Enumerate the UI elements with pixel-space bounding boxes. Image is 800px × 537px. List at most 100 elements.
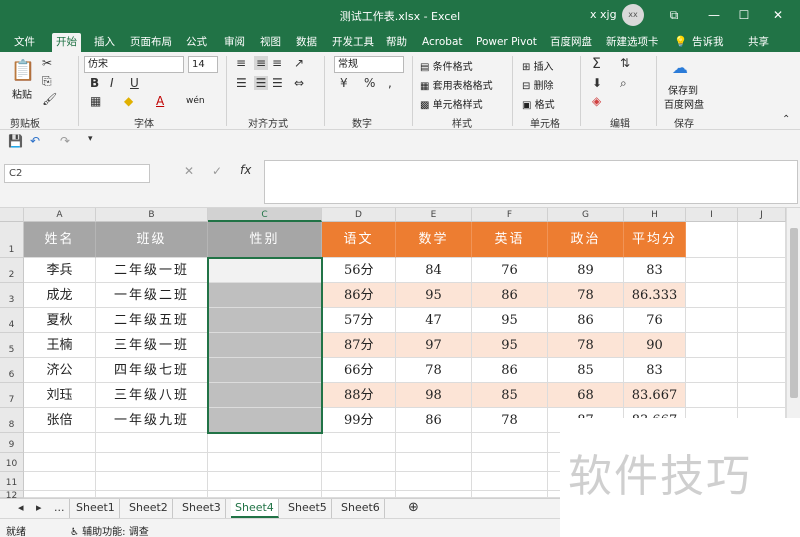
column-header-b[interactable]: B	[96, 208, 208, 222]
cell-f5[interactable]: 95	[472, 333, 548, 358]
font-name-select[interactable]: 仿宋	[84, 56, 184, 73]
row-header-2[interactable]: 2	[0, 258, 24, 283]
tab-help[interactable]: 帮助	[382, 33, 411, 52]
tab-acrobat[interactable]: Acrobat	[418, 33, 467, 52]
cell-i6[interactable]	[686, 358, 738, 383]
row-header-6[interactable]: 6	[0, 358, 24, 383]
tab-developer[interactable]: 开发工具	[328, 33, 378, 52]
cell-a12[interactable]	[24, 491, 96, 498]
cut-icon[interactable]: ✂	[42, 56, 52, 70]
cell-b10[interactable]	[96, 453, 208, 472]
customize-qat-icon[interactable]: ▾	[88, 134, 93, 144]
cell-d11[interactable]	[322, 472, 396, 491]
cell-e3[interactable]: 95	[396, 283, 472, 308]
currency-button[interactable]: ¥	[340, 76, 348, 90]
column-header-h[interactable]: H	[624, 208, 686, 222]
tab-power-pivot[interactable]: Power Pivot	[472, 33, 541, 52]
tab-file[interactable]: 文件	[10, 33, 39, 52]
cell-g3[interactable]: 78	[548, 283, 624, 308]
scroll-right-icon[interactable]: ▸	[32, 499, 46, 518]
cell-h7[interactable]: 83.667	[624, 383, 686, 408]
cell-d1[interactable]: 语文	[322, 222, 396, 258]
fill-icon[interactable]: ⬇	[592, 76, 602, 90]
cell-g5[interactable]: 78	[548, 333, 624, 358]
tab-sheet5[interactable]: Sheet5	[284, 499, 332, 518]
cell-h1[interactable]: 平均分	[624, 222, 686, 258]
cell-i4[interactable]	[686, 308, 738, 333]
cell-a8[interactable]: 张倍	[24, 408, 96, 433]
tab-sheet4[interactable]: Sheet4	[231, 499, 279, 518]
column-header-g[interactable]: G	[548, 208, 624, 222]
cell-a2[interactable]: 李兵	[24, 258, 96, 283]
cell-e12[interactable]	[396, 491, 472, 498]
paste-icon[interactable]: 📋	[10, 58, 36, 84]
cell-g1[interactable]: 政治	[548, 222, 624, 258]
cell-i5[interactable]	[686, 333, 738, 358]
tab-baidu-pan[interactable]: 百度网盘	[546, 33, 596, 52]
percent-button[interactable]: %	[364, 76, 375, 90]
cell-e1[interactable]: 数学	[396, 222, 472, 258]
cell-d2[interactable]: 56分	[322, 258, 396, 283]
row-header-4[interactable]: 4	[0, 308, 24, 333]
cell-h2[interactable]: 83	[624, 258, 686, 283]
tell-me-search[interactable]: 告诉我	[688, 33, 728, 52]
paste-button[interactable]: 粘贴	[12, 86, 32, 101]
cell-d6[interactable]: 66分	[322, 358, 396, 383]
avatar[interactable]: xx	[622, 4, 644, 26]
cell-d9[interactable]	[322, 433, 396, 453]
cell-b3[interactable]: 一年级二班	[96, 283, 208, 308]
align-bottom-icon[interactable]: ≡	[272, 56, 282, 70]
redo-icon[interactable]: ↷	[60, 134, 70, 148]
cell-a11[interactable]	[24, 472, 96, 491]
add-sheet-button[interactable]: ⊕	[404, 499, 423, 518]
cell-a7[interactable]: 刘珏	[24, 383, 96, 408]
cell-g2[interactable]: 89	[548, 258, 624, 283]
cell-b1[interactable]: 班级	[96, 222, 208, 258]
cell-j3[interactable]	[738, 283, 786, 308]
cell-e11[interactable]	[396, 472, 472, 491]
cell-i2[interactable]	[686, 258, 738, 283]
cell-j6[interactable]	[738, 358, 786, 383]
cell-a3[interactable]: 成龙	[24, 283, 96, 308]
font-color-icon[interactable]: A	[156, 94, 164, 108]
row-header-3[interactable]: 3	[0, 283, 24, 308]
cell-c9[interactable]	[208, 433, 322, 453]
cell-a1[interactable]: 姓名	[24, 222, 96, 258]
cell-c10[interactable]	[208, 453, 322, 472]
cell-d12[interactable]	[322, 491, 396, 498]
row-header-10[interactable]: 10	[0, 453, 24, 472]
scroll-left-icon[interactable]: ◂	[14, 499, 28, 518]
number-format-select[interactable]: 常规	[334, 56, 404, 73]
undo-icon[interactable]: ↶	[30, 134, 40, 148]
cancel-entry-button[interactable]: ✕	[184, 164, 194, 178]
tab-new-tab[interactable]: 新建选项卡	[602, 33, 663, 52]
cell-c1[interactable]: 性别	[208, 222, 322, 258]
tab-sheet1[interactable]: Sheet1	[72, 499, 120, 518]
scroll-thumb[interactable]	[790, 228, 798, 398]
accessibility-status[interactable]: ♿ 辅助功能: 调查	[70, 523, 149, 537]
insert-function-button[interactable]: fx	[240, 163, 251, 177]
cell-f12[interactable]	[472, 491, 548, 498]
cell-i3[interactable]	[686, 283, 738, 308]
insert-cells-button[interactable]: ⊞ 插入	[522, 58, 554, 73]
tab-review[interactable]: 审阅	[220, 33, 249, 52]
cell-e6[interactable]: 78	[396, 358, 472, 383]
cell-f4[interactable]: 95	[472, 308, 548, 333]
tab-insert[interactable]: 插入	[90, 33, 119, 52]
column-header-j[interactable]: J	[738, 208, 786, 222]
format-cells-button[interactable]: ▣ 格式	[522, 96, 555, 111]
cell-d7[interactable]: 88分	[322, 383, 396, 408]
sort-filter-icon[interactable]: ⇅	[620, 56, 630, 70]
cell-d3[interactable]: 86分	[322, 283, 396, 308]
cell-f7[interactable]: 85	[472, 383, 548, 408]
column-header-a[interactable]: A	[24, 208, 96, 222]
row-header-1[interactable]: 1	[0, 222, 24, 258]
find-select-icon[interactable]: ⌕	[620, 76, 627, 91]
tab-sheet3[interactable]: Sheet3	[178, 499, 226, 518]
cell-a9[interactable]	[24, 433, 96, 453]
cell-e2[interactable]: 84	[396, 258, 472, 283]
cell-j7[interactable]	[738, 383, 786, 408]
user-name[interactable]: x xjg	[590, 8, 617, 21]
row-header-9[interactable]: 9	[0, 433, 24, 453]
cell-a4[interactable]: 夏秋	[24, 308, 96, 333]
